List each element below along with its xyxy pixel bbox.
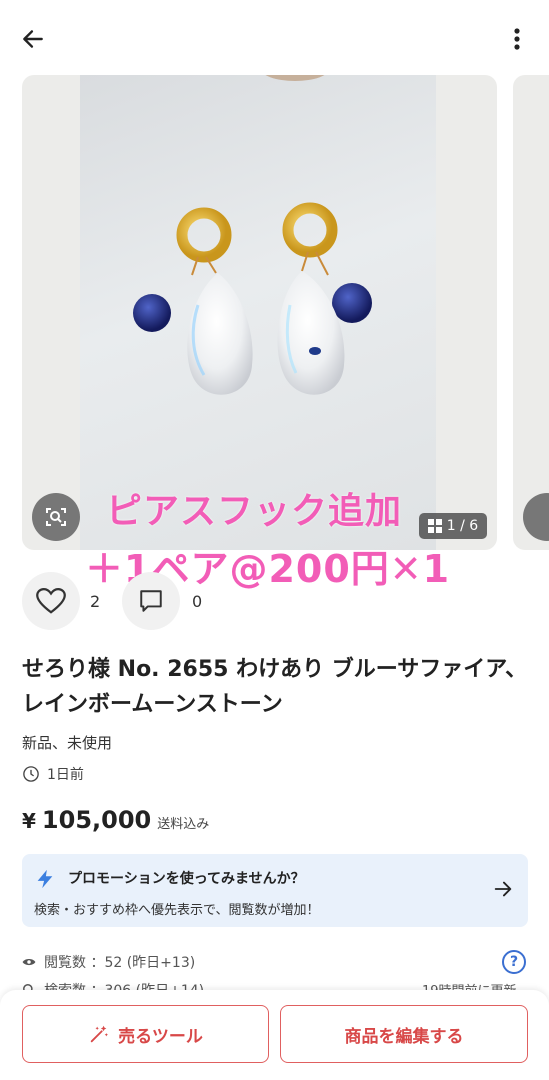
item-condition: 新品、未使用: [22, 734, 113, 752]
promotion-title: プロモーションを使ってみませんか？: [68, 871, 305, 887]
promotion-banner[interactable]: プロモーションを使ってみませんか？ 検索・おすすめ枠へ優先表示で、閲覧数が増加！: [22, 854, 528, 927]
image-search-button[interactable]: [32, 493, 80, 541]
comment-icon: [140, 590, 162, 612]
view-count-text: 閲覧数 ：52 (昨日+13): [44, 955, 196, 971]
posted-time: 1日前: [22, 764, 84, 784]
item-title: せろり様 No. 2655 わけあり ブルーサファイア、レインボームーンストーン: [22, 657, 528, 717]
eye-icon: [22, 958, 36, 966]
magic-wand-icon: [90, 1025, 109, 1043]
more-vertical-icon: [514, 28, 520, 50]
image-carousel[interactable]: 1 / 6: [0, 75, 549, 551]
image-search-icon: [46, 508, 66, 526]
bottom-action-bar: 売るツール 商品を編集する: [0, 990, 549, 1080]
reaction-bar: 2 0: [22, 572, 322, 630]
lightning-icon: [37, 869, 53, 889]
clock-icon: [23, 766, 39, 782]
view-count: 閲覧数 ：52 (昨日+13): [22, 952, 195, 972]
earrings-illustration: [133, 202, 372, 395]
next-image-slide[interactable]: [513, 75, 549, 550]
shipping-label: 送料込み: [157, 817, 210, 832]
more-options-button[interactable]: [503, 24, 531, 54]
overlay-text-line1: ピアスフック追加: [106, 491, 403, 532]
heart-icon: [36, 587, 66, 614]
sell-tools-label: 売るツール: [118, 1026, 203, 1047]
currency-symbol: ¥: [22, 809, 36, 833]
like-count: 2: [90, 592, 101, 611]
top-bar: [0, 0, 549, 75]
like-button[interactable]: [22, 572, 80, 630]
comment-button[interactable]: [122, 572, 180, 630]
price: ¥ 105,000 送料込み: [22, 806, 209, 834]
arrow-left-icon: [23, 30, 43, 48]
edit-item-label: 商品を編集する: [344, 1026, 464, 1047]
product-image-slide[interactable]: 1 / 6: [22, 75, 497, 550]
arrow-right-icon: [494, 881, 512, 897]
product-photo: [80, 75, 436, 550]
posted-time-text: 1日前: [47, 767, 84, 783]
edit-item-button[interactable]: 商品を編集する: [280, 1005, 528, 1063]
sell-tools-button[interactable]: 売るツール: [22, 1005, 269, 1063]
comment-count: 0: [192, 592, 203, 611]
price-amount: 105,000: [41, 806, 152, 834]
promotion-description: 検索・おすすめ枠へ優先表示で、閲覧数が増加！: [34, 903, 320, 918]
back-button[interactable]: [18, 24, 48, 54]
help-icon[interactable]: ?: [502, 950, 526, 974]
